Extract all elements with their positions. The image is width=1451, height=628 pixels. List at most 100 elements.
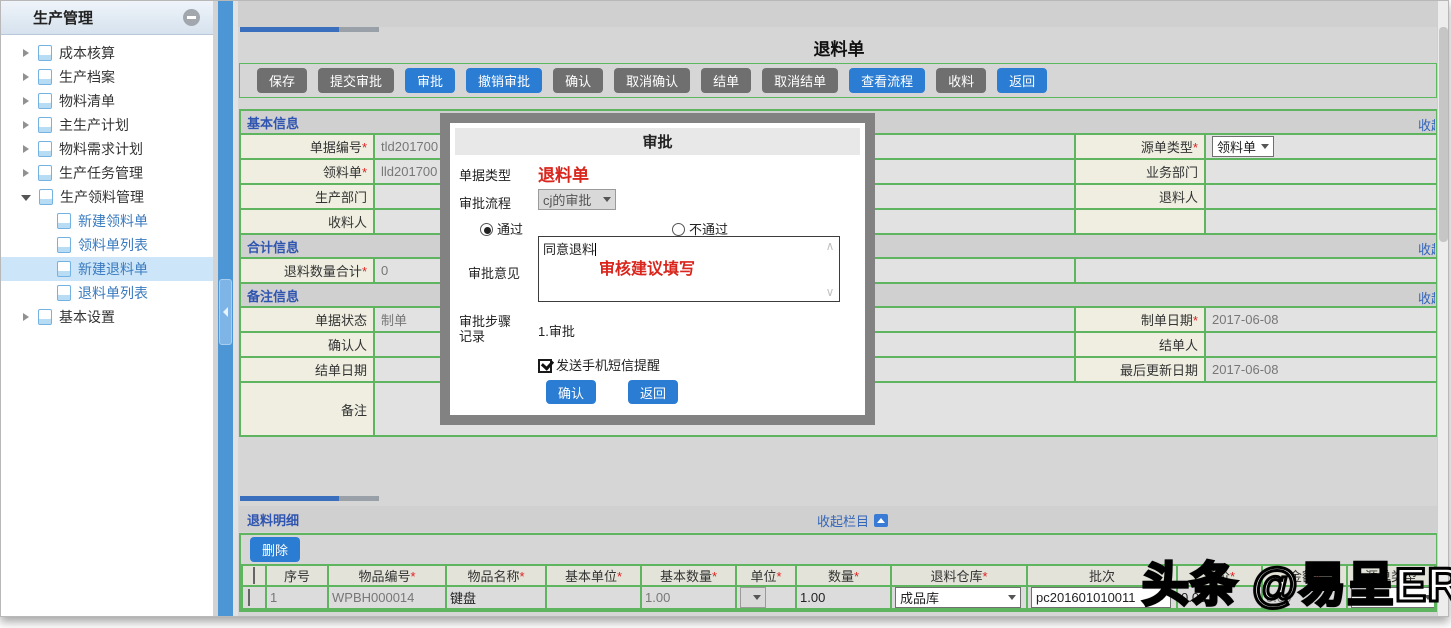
dialog-confirm-button[interactable]: 确认 bbox=[546, 380, 596, 404]
sidebar-item-label: 生产任务管理 bbox=[59, 163, 143, 183]
returner-field[interactable] bbox=[1205, 184, 1437, 209]
row-select-cell bbox=[242, 586, 266, 609]
steps-value: 1.审批 bbox=[538, 321, 575, 340]
col-header: 物品名称* bbox=[446, 565, 546, 586]
opinion-textarea[interactable]: 同意退料 审核建议填写 ∧∨ bbox=[538, 236, 840, 302]
select-all-checkbox[interactable] bbox=[253, 567, 255, 584]
sidebar-item-task-mgmt[interactable]: 生产任务管理 bbox=[1, 161, 213, 185]
warehouse-select[interactable]: 成品库 bbox=[895, 587, 1021, 608]
item-name-cell: 键盘 bbox=[446, 586, 546, 609]
make-date-field[interactable]: 2017-06-08 bbox=[1205, 307, 1437, 332]
collapse-minus-icon[interactable] bbox=[183, 9, 200, 26]
approval-dialog: 审批 单据类型 退料单 审批流程 cj的审批 通过 不通过 审批意见 同意退料 … bbox=[440, 113, 875, 425]
flow-select[interactable]: cj的审批 bbox=[538, 189, 616, 210]
empty-field bbox=[1205, 209, 1437, 234]
sidebar-item-mrp[interactable]: 物料需求计划 bbox=[1, 137, 213, 161]
approve-button[interactable]: 审批 bbox=[405, 68, 455, 93]
sidebar-item-label: 生产档案 bbox=[59, 67, 115, 87]
source-type-select[interactable]: 领料单 bbox=[1212, 136, 1274, 157]
close-order-button[interactable]: 结单 bbox=[701, 68, 751, 93]
toolbar: 保存 提交审批 审批 撤销审批 确认 取消确认 结单 取消结单 查看流程 收料 … bbox=[239, 63, 1437, 98]
document-icon bbox=[38, 309, 52, 325]
progress-fill bbox=[240, 496, 339, 501]
delete-row-button[interactable]: 删除 bbox=[250, 537, 300, 562]
collapse-columns-link[interactable]: 收起栏目 bbox=[817, 511, 888, 530]
field-label: 结单人 bbox=[1075, 332, 1205, 357]
sidebar-item-production-archive[interactable]: 生产档案 bbox=[1, 65, 213, 89]
splitter-collapse-handle[interactable] bbox=[219, 279, 232, 345]
field-label: 备注 bbox=[240, 382, 374, 436]
checkbox-checked-icon[interactable] bbox=[538, 359, 552, 373]
steps-label-line2: 记录 bbox=[459, 326, 485, 345]
cancel-close-button[interactable]: 取消结单 bbox=[762, 68, 838, 93]
confirm-button[interactable]: 确认 bbox=[553, 68, 603, 93]
scroll-down-icon[interactable]: ∨ bbox=[826, 285, 835, 299]
progress-track bbox=[339, 496, 379, 501]
revoke-approval-button[interactable]: 撤销审批 bbox=[466, 68, 542, 93]
chevron-right-icon bbox=[23, 313, 29, 321]
biz-dept-field[interactable] bbox=[1205, 159, 1437, 184]
sidebar-item-label: 主生产计划 bbox=[59, 115, 129, 135]
document-icon bbox=[38, 141, 52, 157]
collapse-section-link[interactable]: 收起栏目 bbox=[1418, 239, 1435, 258]
collapse-section-link[interactable]: 收起栏目 bbox=[1418, 115, 1435, 134]
sidebar-item-picking-mgmt[interactable]: 生产领料管理 bbox=[1, 185, 213, 209]
sidebar-item-new-picking[interactable]: 新建领料单 bbox=[1, 209, 213, 233]
field-label: 收料人 bbox=[240, 209, 374, 234]
splitter-bar[interactable] bbox=[218, 1, 233, 616]
chevron-down-icon bbox=[753, 595, 761, 600]
col-header: 数量* bbox=[796, 565, 891, 586]
unit-cell bbox=[736, 586, 796, 609]
view-flow-button[interactable]: 查看流程 bbox=[849, 68, 925, 93]
radio-checked-icon[interactable] bbox=[480, 223, 493, 236]
field-label: 单据编号* bbox=[240, 134, 374, 159]
empty-field bbox=[1075, 258, 1437, 283]
textarea-scrollbar[interactable]: ∧∨ bbox=[823, 239, 837, 299]
doc-type-label: 单据类型 bbox=[459, 165, 511, 184]
submit-approval-button[interactable]: 提交审批 bbox=[318, 68, 394, 93]
return-button[interactable]: 返回 bbox=[997, 68, 1047, 93]
vertical-scrollbar[interactable] bbox=[1437, 1, 1448, 616]
sidebar-item-cost-accounting[interactable]: 成本核算 bbox=[1, 41, 213, 65]
field-label: 退料人 bbox=[1075, 184, 1205, 209]
sidebar-item-new-return[interactable]: 新建退料单 bbox=[1, 257, 213, 281]
sidebar-item-master-plan[interactable]: 主生产计划 bbox=[1, 113, 213, 137]
warehouse-cell: 成品库 bbox=[891, 586, 1027, 609]
unit-select[interactable] bbox=[740, 587, 766, 608]
source-type-cell: 领料单 bbox=[1205, 134, 1437, 159]
chevron-right-icon bbox=[23, 121, 29, 129]
flow-label: 审批流程 bbox=[459, 193, 511, 212]
cancel-confirm-button[interactable]: 取消确认 bbox=[614, 68, 690, 93]
text-cursor bbox=[595, 243, 596, 256]
pass-radio-option[interactable]: 通过 bbox=[480, 219, 523, 238]
sidebar-item-label: 物料需求计划 bbox=[59, 139, 143, 159]
opinion-text: 同意退料 bbox=[543, 242, 595, 257]
update-date-field: 2017-06-08 bbox=[1205, 357, 1437, 382]
scrollbar-thumb[interactable] bbox=[1439, 27, 1448, 242]
scroll-up-icon[interactable]: ∧ bbox=[826, 239, 835, 253]
qty-cell[interactable]: 1.00 bbox=[796, 586, 891, 609]
field-label: 单据状态 bbox=[240, 307, 374, 332]
field-label: 确认人 bbox=[240, 332, 374, 357]
collapse-up-icon bbox=[874, 514, 888, 527]
collapse-section-link[interactable]: 收起栏目 bbox=[1418, 288, 1435, 307]
sidebar-item-bom[interactable]: 物料清单 bbox=[1, 89, 213, 113]
col-header: 基本单位* bbox=[546, 565, 641, 586]
document-icon bbox=[39, 189, 53, 205]
dialog-back-button[interactable]: 返回 bbox=[628, 380, 678, 404]
row-checkbox[interactable] bbox=[248, 589, 250, 606]
radio-unchecked-icon[interactable] bbox=[672, 223, 685, 236]
field-label: 源单类型* bbox=[1075, 134, 1205, 159]
sidebar-item-basic-settings[interactable]: 基本设置 bbox=[1, 305, 213, 329]
sidebar-tree: 成本核算 生产档案 物料清单 主生产计划 物料需求计划 生产任务管理 生产领料管… bbox=[1, 35, 213, 329]
sidebar-item-picking-list[interactable]: 领料单列表 bbox=[1, 233, 213, 257]
save-button[interactable]: 保存 bbox=[257, 68, 307, 93]
sms-checkbox-option[interactable]: 发送手机短信提醒 bbox=[538, 355, 660, 374]
document-icon bbox=[38, 165, 52, 181]
sidebar-item-label: 新建退料单 bbox=[78, 259, 148, 279]
sidebar-item-return-list[interactable]: 退料单列表 bbox=[1, 281, 213, 305]
chevron-right-icon bbox=[23, 97, 29, 105]
receive-button[interactable]: 收料 bbox=[936, 68, 986, 93]
top-strip bbox=[238, 1, 1440, 27]
seq-cell: 1 bbox=[266, 586, 328, 609]
